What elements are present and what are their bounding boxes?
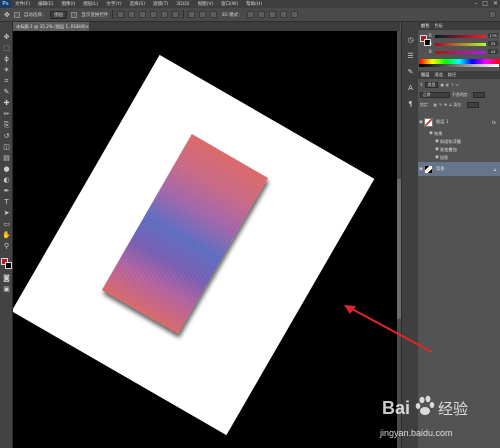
svg-text:Bai: Bai [382, 398, 410, 418]
arrow-shaft [349, 307, 433, 353]
svg-text:经验: 经验 [438, 400, 468, 418]
baidu-jingyan-watermark: Bai 经验 jingyan.baidu.com [380, 392, 498, 446]
baidu-logo: Bai 经验 [382, 395, 468, 418]
watermark-url: jingyan.baidu.com [380, 428, 453, 438]
annotation-arrow [344, 305, 433, 353]
